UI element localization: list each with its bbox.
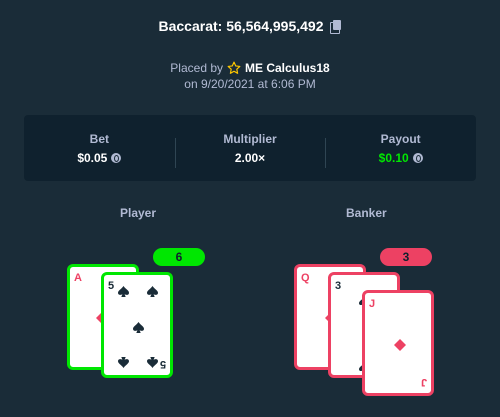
card-rank: 3	[335, 280, 342, 292]
bet-meta: Placed by ME Calculus18 on 9/20/2021 at …	[0, 60, 500, 92]
player-label: Player	[120, 206, 157, 220]
stat-multiplier-label: Multiplier	[223, 131, 277, 146]
stat-bet-value-row: $0.05	[24, 151, 175, 165]
card-rank: Q	[301, 272, 310, 284]
stat-payout-label: Payout	[380, 131, 421, 146]
stats-panel: Bet $0.05 Multiplier 2.00× Payout $0.10	[24, 115, 476, 181]
bet-title-row: Baccarat: 56,564,995,492	[0, 18, 500, 34]
spade-icon	[133, 322, 144, 333]
stat-payout-value: $0.10	[378, 150, 409, 165]
bet-date: on 9/20/2021 at 6:06 PM	[184, 77, 316, 91]
stat-multiplier-value: 2.00×	[234, 150, 266, 165]
player-score-badge: 6	[153, 248, 205, 266]
card-rank-bottom: 5	[159, 358, 166, 370]
spade-icon	[118, 357, 129, 368]
banker-card-3: J J	[362, 290, 434, 396]
spade-icon	[147, 286, 158, 297]
banker-label: Banker	[346, 206, 387, 220]
stat-payout-value-row: $0.10	[325, 151, 476, 165]
stat-bet-label: Bet	[89, 131, 109, 146]
stat-payout: Payout $0.10	[325, 131, 476, 168]
stat-bet-value: $0.05	[77, 150, 108, 165]
litecoin-icon	[412, 152, 423, 163]
card-rank: 5	[108, 280, 115, 292]
banker-score-badge: 3	[380, 248, 432, 266]
bet-title: Baccarat: 56,564,995,492	[158, 18, 324, 34]
diamond-icon	[394, 339, 406, 351]
card-rank: A	[74, 272, 82, 284]
spade-icon	[147, 357, 158, 368]
stat-multiplier: Multiplier 2.00×	[174, 131, 326, 168]
stat-multiplier-value-row: 2.00×	[175, 151, 326, 165]
card-rank: J	[369, 298, 376, 310]
litecoin-icon	[111, 152, 122, 163]
player-card-2: 5 5	[101, 272, 173, 378]
placed-by-label: Placed by	[170, 61, 223, 75]
placed-by-row: Placed by ME Calculus18	[0, 60, 500, 76]
username-link[interactable]: ME Calculus18	[245, 60, 330, 76]
spade-icon	[118, 286, 129, 297]
card-rank-bottom: J	[420, 376, 427, 388]
star-icon	[227, 61, 241, 74]
copy-icon[interactable]	[329, 19, 342, 34]
stat-bet: Bet $0.05	[24, 132, 175, 165]
